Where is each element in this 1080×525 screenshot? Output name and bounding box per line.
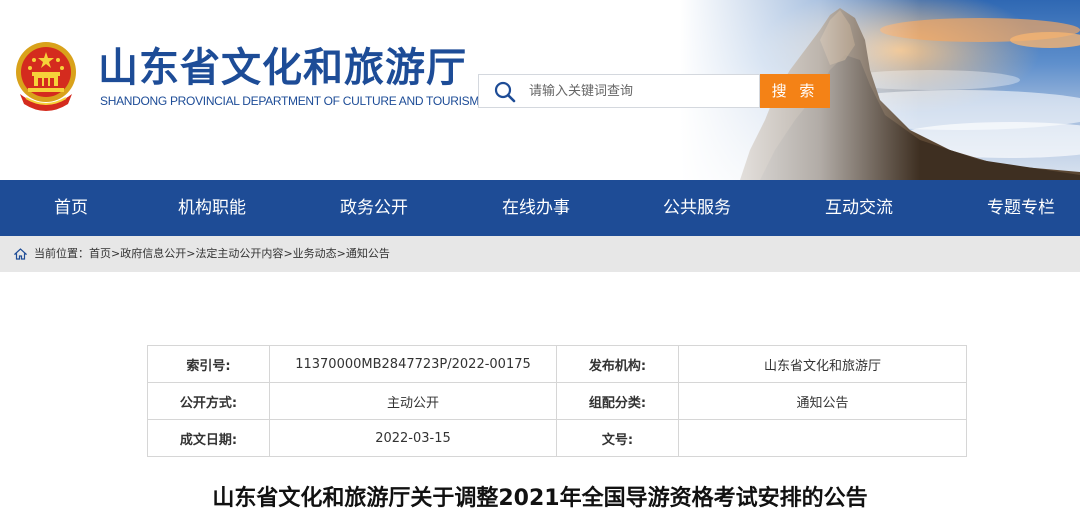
- document-number-value: [678, 419, 967, 457]
- article-title: 山东省文化和旅游厅关于调整2021年全国导游资格考试安排的公告: [212, 486, 868, 511]
- breadcrumb-separator: >: [283, 247, 293, 260]
- table-row: 公开方式: 主动公开 组配分类: 通知公告: [147, 382, 967, 420]
- search-input[interactable]: [529, 75, 754, 107]
- date-label: 成文日期:: [147, 419, 270, 457]
- publisher-label: 发布机构:: [556, 345, 679, 383]
- search-box: [478, 74, 760, 108]
- breadcrumb-trail: 当前位置：首页>政府信息公开>法定主动公开内容>业务动态>通知公告: [34, 236, 390, 272]
- search-icon[interactable]: [493, 80, 517, 104]
- table-row: 成文日期: 2022-03-15 文号:: [147, 419, 967, 457]
- breadcrumb-item-notices[interactable]: 通知公告: [346, 247, 390, 260]
- site-subtitle: SHANDONG PROVINCIAL DEPARTMENT OF CULTUR…: [100, 94, 480, 108]
- table-row: 索引号: 11370000MB2847723P/2022-00175 发布机构:…: [147, 345, 967, 383]
- nav-item-public-services[interactable]: 公共服务: [655, 180, 739, 236]
- breadcrumb-item-statutory-content[interactable]: 法定主动公开内容: [195, 247, 283, 260]
- breadcrumb-item-business-news[interactable]: 业务动态: [293, 247, 337, 260]
- index-number-label: 索引号:: [147, 345, 270, 383]
- document-number-label: 文号:: [556, 419, 679, 457]
- breadcrumb-separator: >: [111, 247, 121, 260]
- date-value: 2022-03-15: [269, 419, 557, 457]
- breadcrumb-separator: >: [336, 247, 346, 260]
- breadcrumb: 当前位置：首页>政府信息公开>法定主动公开内容>业务动态>通知公告: [0, 236, 1080, 272]
- category-value: 通知公告: [678, 382, 967, 420]
- breadcrumb-item-home[interactable]: 首页: [89, 247, 111, 260]
- index-number-value: 11370000MB2847723P/2022-00175: [269, 345, 557, 383]
- category-label: 组配分类:: [556, 382, 679, 420]
- breadcrumb-item-gov-info[interactable]: 政府信息公开: [120, 247, 186, 260]
- disclosure-method-value: 主动公开: [269, 382, 557, 420]
- nav-item-public-affairs[interactable]: 政务公开: [332, 180, 416, 236]
- site-header: 山东省文化和旅游厅 SHANDONG PROVINCIAL DEPARTMENT…: [0, 0, 1080, 180]
- nav-item-online-services[interactable]: 在线办事: [494, 180, 578, 236]
- national-emblem-icon: [16, 42, 76, 111]
- search-button[interactable]: 搜 索: [760, 74, 830, 108]
- main-nav: 首页 机构职能 政务公开 在线办事 公共服务 互动交流 专题专栏: [0, 180, 1080, 236]
- home-icon: [14, 248, 27, 260]
- nav-item-special-topics[interactable]: 专题专栏: [979, 180, 1063, 236]
- nav-item-home[interactable]: 首页: [40, 180, 102, 236]
- nav-item-interaction[interactable]: 互动交流: [817, 180, 901, 236]
- breadcrumb-prefix: 当前位置：: [34, 247, 89, 260]
- publisher-value: 山东省文化和旅游厅: [678, 345, 967, 383]
- site-title: 山东省文化和旅游厅: [98, 45, 467, 91]
- document-info-table: 索引号: 11370000MB2847723P/2022-00175 发布机构:…: [147, 345, 967, 457]
- nav-item-functions[interactable]: 机构职能: [170, 180, 254, 236]
- disclosure-method-label: 公开方式:: [147, 382, 270, 420]
